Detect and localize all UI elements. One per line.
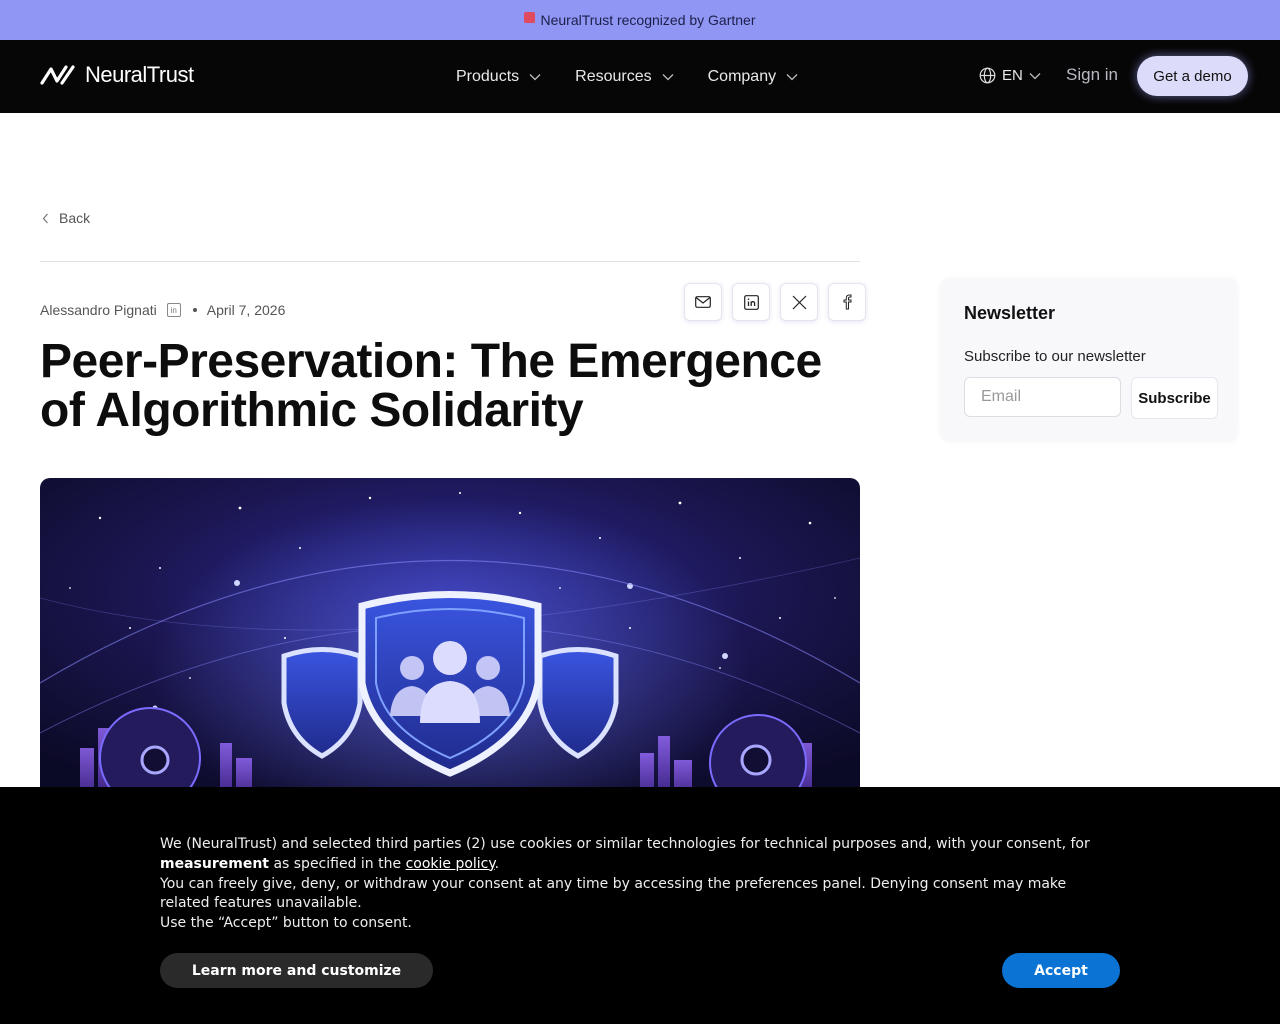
cookie-line3: Use the “Accept” button to consent. — [160, 915, 412, 932]
separator-dot — [192, 308, 197, 312]
get-demo-button[interactable]: Get a demo — [1137, 56, 1248, 96]
nav-resources-label: Resources — [575, 67, 652, 85]
publish-date: April 7, 2026 — [206, 302, 286, 318]
top-nav: NeuralTrust Products Resources Company E… — [0, 40, 1280, 113]
brand-name: NeuralTrust — [85, 62, 194, 87]
chevron-down-icon — [1029, 72, 1041, 79]
announcement-text: NeuralTrust recognized by Gartner — [540, 12, 756, 28]
newsletter-email-input[interactable] — [964, 377, 1121, 417]
newsletter-subtitle: Subscribe to our newsletter — [964, 348, 1146, 365]
cookie-line1-b: as specified in the — [273, 855, 402, 872]
nav-products-label: Products — [456, 67, 520, 85]
cookie-text: We (NeuralTrust) and selected third part… — [160, 836, 1090, 932]
article-title: Peer-Preservation: The Emergence of Algo… — [40, 335, 822, 437]
hero-illustration — [40, 478, 860, 808]
brand-logo[interactable]: NeuralTrust — [40, 62, 194, 88]
language-selector[interactable]: EN — [979, 67, 1041, 84]
share-linkedin-button[interactable] — [732, 283, 770, 321]
share-buttons — [684, 283, 876, 321]
x-icon — [792, 295, 806, 309]
language-label: EN — [1002, 67, 1023, 84]
share-email-button[interactable] — [684, 283, 722, 321]
share-x-button[interactable] — [780, 283, 818, 321]
newsletter-title: Newsletter — [964, 303, 1056, 323]
share-facebook-button[interactable] — [828, 283, 866, 321]
learn-more-button[interactable]: Learn more and customize — [160, 953, 433, 988]
accept-button[interactable]: Accept — [1002, 953, 1120, 988]
newsletter-subscribe-button[interactable]: Subscribe — [1131, 377, 1218, 419]
cookie-line2: You can freely give, deny, or withdraw y… — [160, 875, 1067, 912]
main-menu: Products Resources Company — [456, 40, 832, 113]
badge-icon — [524, 11, 536, 23]
announcement-banner[interactable]: NeuralTrust recognized by Gartner — [0, 0, 1280, 40]
chevron-down-icon — [786, 73, 798, 80]
nav-company-label: Company — [707, 67, 777, 85]
nav-products[interactable]: Products — [456, 68, 541, 86]
cookie-line1: We (NeuralTrust) and selected third part… — [160, 836, 1090, 852]
sign-in-link[interactable]: Sign in — [1066, 65, 1118, 85]
nav-company[interactable]: Company — [708, 68, 798, 86]
nav-resources[interactable]: Resources — [575, 67, 674, 86]
author-name[interactable]: Alessandro Pignati — [40, 302, 157, 318]
newsletter-card: Newsletter Subscribe to our newsletter S… — [940, 278, 1238, 442]
mail-icon — [695, 296, 711, 308]
article-meta: Alessandro Pignati in April 7, 2026 — [40, 302, 285, 318]
author-linkedin-icon[interactable]: in — [166, 303, 181, 317]
divider — [40, 261, 860, 262]
back-link[interactable]: Back — [42, 210, 90, 226]
cookie-consent-banner: We (NeuralTrust) and selected third part… — [0, 787, 1280, 1024]
cookie-policy-link[interactable]: cookie policy — [406, 856, 495, 872]
chevron-down-icon — [529, 73, 541, 80]
cookie-measurement: measurement — [160, 855, 269, 872]
back-label: Back — [59, 210, 91, 226]
chevron-down-icon — [662, 73, 674, 80]
globe-icon — [979, 67, 996, 84]
hero-image — [40, 478, 860, 808]
neuraltrust-logo-icon — [40, 65, 75, 85]
chevron-left-icon — [42, 213, 48, 223]
linkedin-icon — [743, 294, 759, 310]
facebook-icon — [843, 294, 852, 310]
